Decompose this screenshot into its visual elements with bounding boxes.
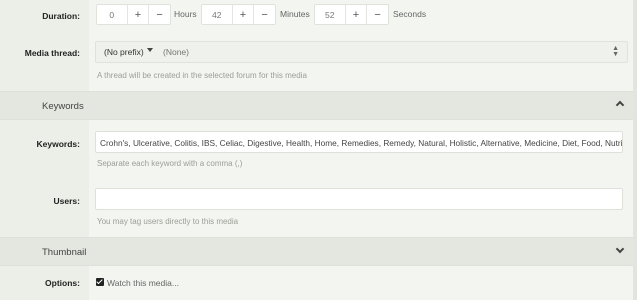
minutes-value[interactable]: 42 (202, 10, 232, 20)
caret-down-icon (147, 48, 153, 52)
scrollbar[interactable] (633, 0, 637, 300)
thumbnail-section-header[interactable]: Thumbnail (0, 237, 637, 266)
keywords-hint: Separate each keyword with a comma (,) (97, 159, 243, 168)
media-thread-label: Media thread: (24, 48, 80, 58)
hours-increment-button[interactable]: + (126, 5, 149, 24)
keywords-label: Keywords: (36, 139, 80, 149)
keywords-section-header[interactable]: Keywords (0, 91, 637, 120)
hours-value[interactable]: 0 (97, 10, 127, 20)
prefix-dropdown[interactable]: (No prefix) (104, 47, 144, 57)
seconds-spinner: 52 + − (314, 4, 389, 25)
chevron-down-icon[interactable] (615, 244, 625, 254)
hours-decrement-button[interactable]: − (148, 5, 170, 24)
media-thread-select[interactable]: (No prefix) (None) ▲ ▼ (95, 41, 628, 63)
minutes-spinner: 42 + − (201, 4, 276, 25)
users-hint: You may tag users directly to this media (97, 217, 239, 226)
media-edit-form: Duration: 0 + − Hours 42 + − Minutes 52 … (0, 0, 637, 300)
minutes-unit: Minutes (280, 9, 310, 19)
seconds-unit: Seconds (393, 9, 427, 19)
minutes-decrement-button[interactable]: − (253, 5, 275, 24)
section-title: Thumbnail (42, 247, 87, 258)
media-thread-hint: A thread will be created in the selected… (97, 71, 307, 80)
forum-select-value[interactable]: (None) (163, 47, 189, 57)
watch-checkbox-label[interactable]: Watch this media... (107, 278, 179, 288)
keywords-input[interactable]: Crohn's, Ulcerative, Colitis, IBS, Celia… (95, 131, 623, 153)
keywords-value: Crohn's, Ulcerative, Colitis, IBS, Celia… (100, 138, 623, 148)
hours-unit: Hours (174, 9, 197, 19)
hours-spinner: 0 + − (96, 4, 171, 25)
select-updown-icon: ▲ ▼ (612, 45, 619, 58)
watch-checkbox[interactable] (96, 278, 104, 286)
users-input[interactable] (95, 188, 623, 210)
duration-label: Duration: (42, 11, 80, 21)
seconds-value[interactable]: 52 (315, 10, 345, 20)
seconds-decrement-button[interactable]: − (366, 5, 388, 24)
seconds-increment-button[interactable]: + (344, 5, 367, 24)
users-label: Users: (53, 196, 80, 206)
minutes-increment-button[interactable]: + (231, 5, 254, 24)
options-label: Options: (45, 278, 80, 288)
chevron-up-icon[interactable] (615, 100, 625, 110)
section-title: Keywords (42, 101, 84, 112)
